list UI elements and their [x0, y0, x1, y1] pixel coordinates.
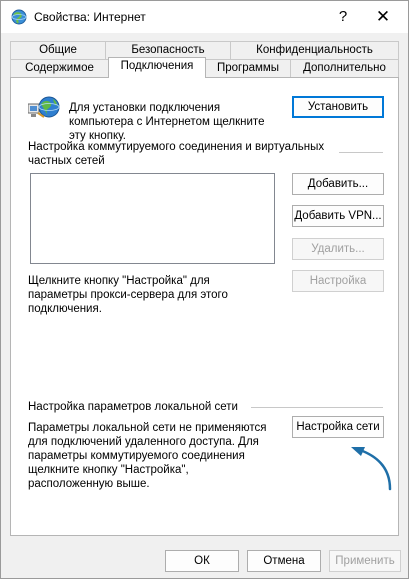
help-button[interactable]: ? — [328, 3, 358, 31]
lan-description: Параметры локальной сети не применяются … — [28, 422, 267, 490]
lan-heading: Настройка параметров локальной сети — [28, 401, 238, 413]
tab-connections[interactable]: Подключения — [108, 57, 206, 78]
lan-heading-divider — [251, 407, 383, 408]
tab-content[interactable]: Содержимое — [10, 59, 109, 78]
setup-description: Для установки подключения компьютера с И… — [69, 102, 265, 142]
dialup-heading: Настройка коммутируемого соединения и ви… — [28, 141, 325, 167]
tab-advanced[interactable]: Дополнительно — [290, 59, 399, 78]
cancel-button[interactable]: Отмена — [247, 550, 321, 572]
annotation-arrow — [351, 447, 392, 491]
proxy-settings-description: Щелкните кнопку "Настройка" для параметр… — [28, 275, 228, 315]
dialup-settings-button[interactable]: Настройка — [292, 270, 384, 292]
tab-programs[interactable]: Программы — [205, 59, 291, 78]
add-vpn-button[interactable]: Добавить VPN... — [292, 205, 384, 227]
add-button[interactable]: Добавить... — [292, 173, 384, 195]
connections-panel: Для установки подключения компьютера с И… — [10, 77, 399, 536]
dialup-heading-divider — [339, 152, 383, 153]
ok-button[interactable]: ОК — [165, 550, 239, 572]
setup-button[interactable]: Установить — [292, 96, 384, 118]
window-title: Свойства: Интернет — [34, 10, 146, 24]
globe-network-icon — [28, 96, 60, 118]
close-button[interactable]: ✕ — [368, 3, 398, 31]
internet-options-icon — [11, 9, 27, 25]
apply-button[interactable]: Применить — [329, 550, 401, 572]
tab-privacy[interactable]: Конфиденциальность — [230, 41, 399, 60]
internet-properties-window: Свойства: Интернет ? ✕ Общие Безопасност… — [0, 0, 409, 579]
tab-general[interactable]: Общие — [10, 41, 106, 60]
connections-listbox[interactable] — [30, 173, 275, 264]
remove-button[interactable]: Удалить... — [292, 238, 384, 260]
title-bar: Свойства: Интернет ? ✕ — [1, 1, 408, 33]
lan-settings-button[interactable]: Настройка сети — [292, 416, 384, 438]
